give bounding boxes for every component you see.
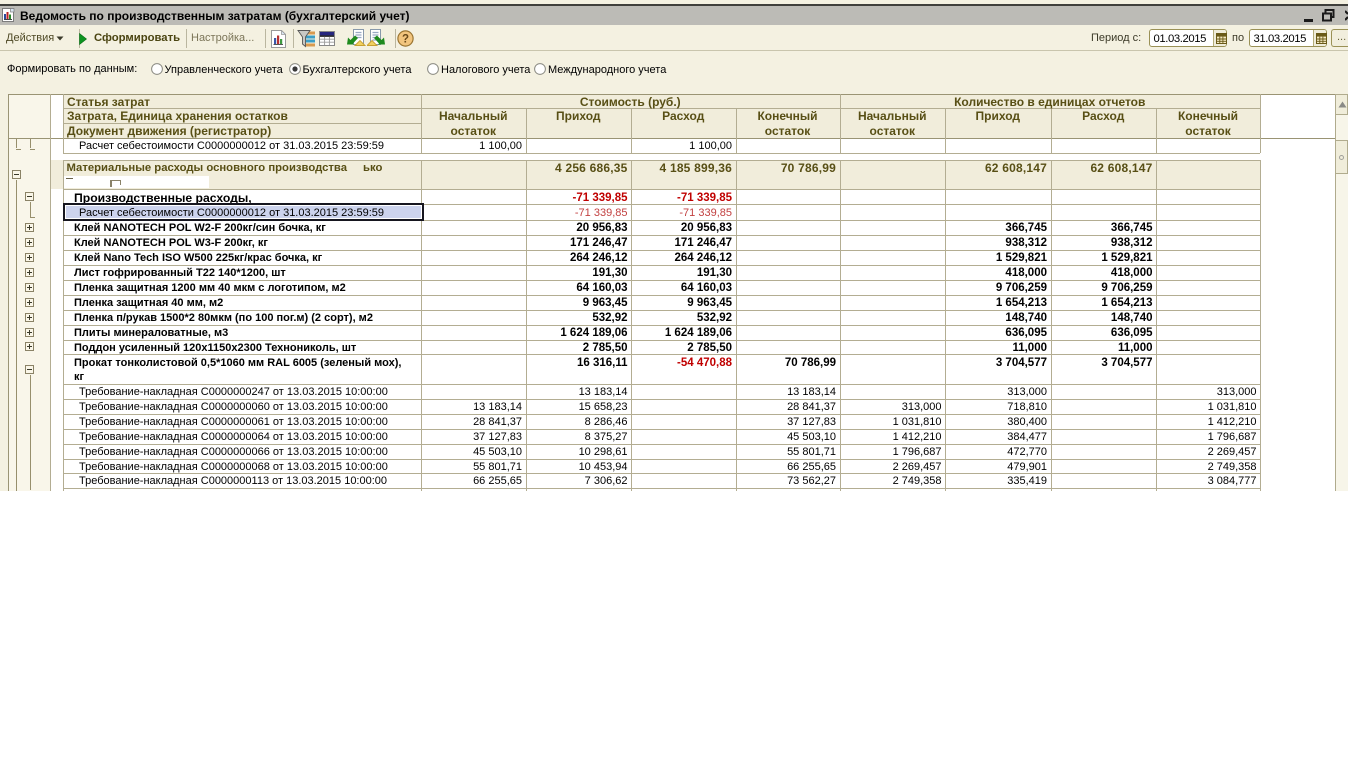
svg-text:?: ? xyxy=(402,34,409,46)
